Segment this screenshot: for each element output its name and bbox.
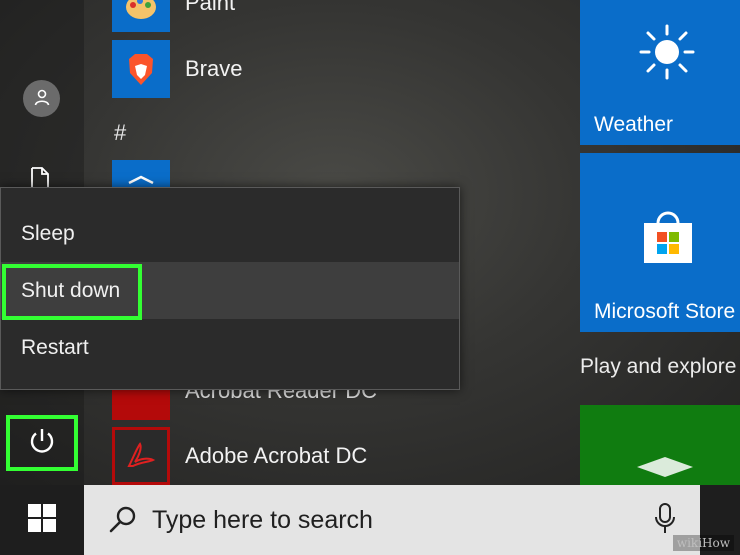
grad-cap-icon bbox=[635, 453, 695, 489]
wikihow-watermark: wikiHow bbox=[672, 535, 734, 551]
paint-icon bbox=[112, 0, 170, 32]
app-list-section-header[interactable]: # bbox=[114, 120, 126, 146]
acrobat-icon bbox=[112, 427, 170, 485]
documents-icon[interactable] bbox=[28, 167, 52, 189]
user-icon bbox=[33, 88, 51, 110]
search-placeholder: Type here to search bbox=[152, 505, 373, 534]
user-avatar[interactable] bbox=[23, 80, 60, 117]
menu-item-shut-down[interactable]: Shut down bbox=[1, 262, 459, 319]
sleep-label: Sleep bbox=[21, 221, 75, 245]
app-item-brave[interactable]: Brave bbox=[112, 40, 472, 98]
microsoft-store-tile[interactable]: Microsoft Store bbox=[580, 153, 740, 332]
taskbar: Type here to search wikiHow bbox=[0, 485, 740, 555]
app-item-adobe-acrobat[interactable]: Adobe Acrobat DC bbox=[112, 427, 472, 485]
app-label: Adobe Acrobat DC bbox=[185, 443, 368, 468]
power-options-menu: Sleep Shut down Restart bbox=[0, 187, 460, 390]
sun-icon bbox=[637, 22, 697, 86]
menu-item-sleep[interactable]: Sleep bbox=[1, 205, 459, 262]
taskbar-search-box[interactable]: Type here to search bbox=[84, 485, 700, 555]
shut-down-label: Shut down bbox=[21, 278, 121, 302]
weather-tile[interactable]: Weather bbox=[580, 0, 740, 145]
windows-logo-icon bbox=[27, 503, 57, 537]
xbox-tile[interactable] bbox=[580, 405, 740, 485]
app-item-paint[interactable]: Paint bbox=[112, 0, 472, 32]
brave-icon bbox=[112, 40, 170, 98]
power-icon bbox=[27, 426, 57, 460]
tile-group-label[interactable]: Play and explore bbox=[580, 355, 736, 379]
app-label: Brave bbox=[185, 56, 243, 81]
store-tile-label: Microsoft Store bbox=[594, 300, 736, 323]
restart-label: Restart bbox=[21, 335, 89, 359]
menu-item-restart[interactable]: Restart bbox=[1, 319, 459, 376]
search-icon bbox=[108, 505, 138, 535]
start-button[interactable] bbox=[0, 485, 84, 555]
weather-tile-label: Weather bbox=[594, 113, 673, 136]
app-label: Paint bbox=[185, 0, 236, 15]
start-menu: Paint Brave # Acrobat Reader DC Adobe Ac… bbox=[0, 0, 740, 485]
power-button[interactable] bbox=[6, 415, 78, 471]
store-bag-icon bbox=[640, 209, 696, 269]
